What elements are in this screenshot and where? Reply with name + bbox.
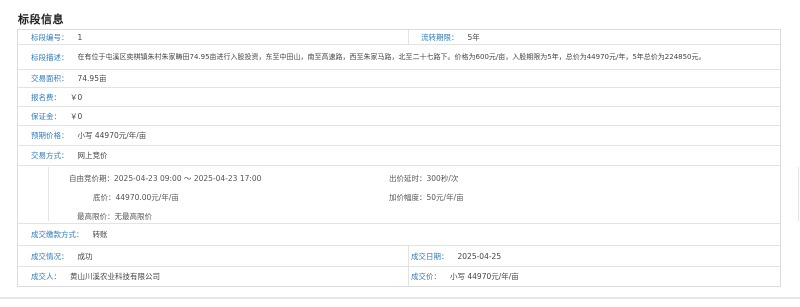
payment-method-cell: 成交缴款方式： 转账 — [31, 224, 108, 245]
description-label: 标段描述： — [31, 52, 69, 62]
expected-price-label: 预期价格： — [31, 131, 69, 140]
row-description: 标段描述： 在有位于屯溪区奕棋镇朱村朱家畴田74.95亩进行入股投资，东至中田山… — [18, 45, 780, 70]
increment: 加价幅度：50元/年/亩 — [389, 192, 464, 203]
bid-delay-label: 出价延时： — [389, 174, 427, 183]
deal-date-label: 成交日期： — [411, 251, 449, 261]
area-value: 74.95亩 — [77, 74, 107, 83]
deal-price-cell: 成交价： 小写 44970元/年/亩 — [411, 267, 519, 286]
transfer-term-value: 5年 — [467, 32, 480, 42]
row-lot-number: 标段编号： 1 流转期限： 5年 — [18, 30, 780, 45]
column-divider — [408, 267, 409, 286]
registration-fee-value: ￥0 — [70, 92, 83, 102]
base-price-value: 44970.00元/年/亩 — [115, 193, 179, 202]
bid-delay-value: 300秒/次 — [426, 174, 459, 183]
deal-status-cell: 成交情况： 成功 — [31, 246, 93, 266]
deal-date-value: 2025-04-25 — [457, 251, 502, 261]
payment-method-value: 转账 — [92, 230, 108, 239]
deal-status-value: 成功 — [77, 251, 93, 261]
column-divider — [408, 30, 409, 44]
row-deal-status: 成交情况： 成功 成交日期： 2025-04-25 — [18, 246, 780, 267]
transfer-term-label: 流转期限： — [421, 32, 459, 42]
lot-number-value: 1 — [77, 32, 83, 42]
row-registration-fee: 报名费： ￥0 — [18, 88, 780, 107]
row-bidding-details: 自由竞价期：2025-04-23 09:00 ～ 2025-04-23 17:0… — [18, 166, 799, 224]
lot-info-panel: 标段信息 标段编号： 1 流转期限： 5年 标段描述： 在有位于屯溪区奕棋镇朱村… — [0, 0, 800, 307]
row-trade-method: 交易方式： 网上竞价 — [18, 146, 780, 166]
row-payment-method: 成交缴款方式： 转账 — [18, 224, 780, 246]
deposit-value: ￥0 — [70, 111, 83, 121]
description-value: 在有位于屯溪区奕棋镇朱村朱家畴田74.95亩进行入股投资，东至中田山，南至高速路… — [77, 53, 706, 61]
max-price: 最高限价：无最高限价 — [77, 211, 152, 222]
deposit-label: 保证金： — [31, 111, 61, 121]
buyer-value: 黄山川溪农业科技有限公司 — [70, 272, 160, 281]
lot-number-cell: 标段编号： 1 — [31, 30, 82, 44]
lot-info-table: 标段编号： 1 流转期限： 5年 标段描述： 在有位于屯溪区奕棋镇朱村朱家畴田7… — [17, 29, 799, 287]
bidding-details-box: 自由竞价期：2025-04-23 09:00 ～ 2025-04-23 17:0… — [48, 167, 799, 221]
area-cell: 交易面积： 74.95亩 — [31, 70, 106, 87]
trade-method-value: 网上竞价 — [77, 151, 108, 160]
transfer-term-cell: 流转期限： 5年 — [421, 30, 480, 44]
row-deposit: 保证金： ￥0 — [18, 107, 780, 126]
description-cell: 标段描述： 在有位于屯溪区奕棋镇朱村朱家畴田74.95亩进行入股投资，东至中田山… — [31, 45, 706, 69]
free-period-value: 2025-04-23 09:00 ～ 2025-04-23 17:00 — [114, 174, 262, 183]
row-area: 交易面积： 74.95亩 — [18, 70, 780, 88]
expected-price-cell: 预期价格： 小写 44970元/年/亩 — [31, 126, 146, 145]
expected-price-value: 小写 44970元/年/亩 — [77, 131, 147, 140]
increment-value: 50元/年/亩 — [426, 193, 464, 202]
lot-number-label: 标段编号： — [31, 32, 69, 42]
free-period: 自由竞价期：2025-04-23 09:00 ～ 2025-04-23 17:0… — [69, 173, 261, 184]
base-price-label: 底价： — [93, 193, 116, 202]
base-price: 底价：44970.00元/年/亩 — [93, 192, 179, 203]
payment-method-label: 成交缴款方式： — [31, 230, 84, 239]
deal-date-cell: 成交日期： 2025-04-25 — [411, 246, 501, 266]
section-title: 标段信息 — [18, 13, 64, 26]
trade-method-cell: 交易方式： 网上竞价 — [31, 146, 108, 165]
area-label: 交易面积： — [31, 74, 69, 83]
column-divider — [408, 246, 409, 266]
deal-price-label: 成交价： — [411, 272, 441, 281]
max-price-value: 无最高限价 — [114, 212, 153, 221]
row-deal-buyer: 成交人： 黄山川溪农业科技有限公司 成交价： 小写 44970元/年/亩 — [18, 267, 780, 286]
row-expected-price: 预期价格： 小写 44970元/年/亩 — [18, 126, 780, 146]
buyer-cell: 成交人： 黄山川溪农业科技有限公司 — [31, 267, 160, 286]
increment-label: 加价幅度： — [389, 193, 427, 202]
max-price-label: 最高限价： — [77, 212, 115, 221]
deal-price-value: 小写 44970元/年/亩 — [450, 272, 519, 281]
trade-method-label: 交易方式： — [31, 151, 69, 160]
footer-divider — [0, 297, 800, 299]
deposit-cell: 保证金： ￥0 — [31, 107, 82, 125]
free-period-label: 自由竞价期： — [69, 174, 114, 183]
buyer-label: 成交人： — [31, 272, 61, 281]
registration-fee-label: 报名费： — [31, 92, 61, 102]
registration-fee-cell: 报名费： ￥0 — [31, 88, 82, 106]
deal-status-label: 成交情况： — [31, 251, 69, 261]
bid-delay: 出价延时：300秒/次 — [389, 173, 458, 184]
